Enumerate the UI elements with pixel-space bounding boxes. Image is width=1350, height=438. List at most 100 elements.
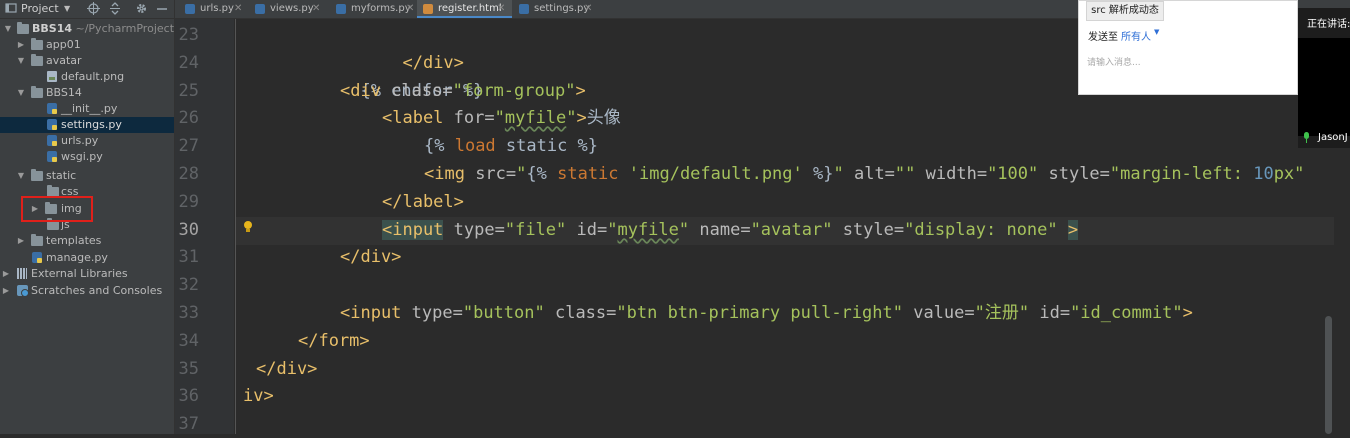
python-file-icon — [32, 252, 42, 263]
code-token: "" — [894, 164, 916, 184]
code-token: class= — [380, 81, 453, 101]
tree-item-external-libraries[interactable]: ▶ External Libraries — [0, 266, 174, 282]
line-number: 34 — [178, 331, 199, 351]
python-file-icon — [185, 4, 195, 14]
tree-item-label: Scratches and Consoles — [31, 284, 163, 297]
code-token: myfile — [617, 220, 679, 240]
chat-input[interactable]: 请输入消息... — [1087, 55, 1287, 68]
code-token: %} — [813, 164, 834, 184]
line-number: 33 — [178, 303, 199, 323]
code-token: myfile — [504, 108, 567, 128]
expand-arrow-icon[interactable]: ▼ — [16, 85, 26, 101]
python-file-icon — [255, 4, 265, 14]
speaking-label: 正在讲话: — [1307, 19, 1350, 30]
tree-item-bbs14-package[interactable]: ▼ BBS14 — [0, 85, 174, 101]
gear-icon[interactable] — [135, 2, 148, 16]
tab-views-py[interactable]: views.py ✕ — [249, 0, 329, 18]
scratches-icon — [17, 285, 29, 297]
chevron-down-icon[interactable]: ▼ — [64, 2, 70, 16]
folder-icon — [31, 234, 43, 246]
tree-item-label: External Libraries — [31, 267, 128, 280]
tab-myforms-py[interactable]: myforms.py ✕ — [330, 0, 421, 18]
collapse-arrow-icon[interactable]: ▶ — [16, 37, 26, 53]
code-token: <input — [340, 303, 402, 323]
expand-arrow-icon[interactable]: ▼ — [3, 21, 13, 37]
code-line-35: </div> — [256, 355, 317, 383]
code-token: "btn btn-primary pull-right" — [616, 303, 903, 323]
close-icon[interactable]: ✕ — [584, 0, 592, 18]
tree-item-path: ~/PycharmProjects/B — [75, 22, 175, 35]
project-view-icon[interactable] — [5, 2, 17, 16]
collapse-arrow-icon[interactable]: ▶ — [1, 283, 11, 299]
project-view-title[interactable]: Project — [21, 2, 59, 16]
line-number: 24 — [178, 53, 199, 73]
tree-item-wsgi-py[interactable]: wsgi.py — [0, 149, 174, 165]
code-token: for= — [443, 108, 495, 128]
code-token: </label> — [382, 192, 464, 212]
line-number: 35 — [178, 359, 199, 379]
code-token: " — [516, 164, 527, 184]
code-line-33: <input type="button" class="btn btn-prim… — [340, 299, 1193, 327]
project-panel: Project ▼ ▼ BBS14 ~/PycharmProjects/B ▶ … — [0, 0, 175, 434]
code-token: style= — [1038, 164, 1110, 184]
code-token: "button" — [462, 303, 545, 323]
code-token: alt= — [843, 164, 895, 184]
close-icon[interactable]: ✕ — [497, 0, 505, 18]
line-number: 28 — [178, 164, 199, 184]
code-token: > — [1067, 220, 1079, 240]
image-file-icon — [47, 71, 57, 82]
code-token: name= — [689, 220, 751, 240]
tree-item-init-py[interactable]: __init__.py — [0, 101, 174, 117]
tree-item-scratches[interactable]: ▶ Scratches and Consoles — [0, 283, 174, 299]
python-file-icon — [47, 119, 57, 130]
locate-icon[interactable] — [87, 2, 101, 16]
close-icon[interactable]: ✕ — [234, 0, 242, 18]
tree-item-label: settings.py — [61, 118, 122, 131]
line-number: 29 — [178, 192, 199, 212]
intention-bulb-icon[interactable] — [243, 221, 253, 233]
code-token: </form> — [298, 331, 370, 351]
tab-urls-py[interactable]: urls.py ✕ — [179, 0, 249, 18]
collapse-arrow-icon[interactable]: ▶ — [16, 233, 26, 249]
hide-panel-icon[interactable] — [157, 2, 167, 16]
code-token: style= — [832, 220, 905, 240]
recipient-dropdown[interactable]: 所有人 — [1121, 28, 1151, 43]
tree-item-settings-py[interactable]: settings.py — [0, 117, 174, 133]
tree-item-label: manage.py — [46, 251, 108, 264]
tree-item-static[interactable]: ▼ static — [0, 168, 174, 184]
collapse-all-icon[interactable] — [109, 2, 121, 16]
tree-item-templates[interactable]: ▶ templates — [0, 233, 174, 249]
tree-item-label: BBS14 — [32, 22, 72, 35]
code-token: > — [576, 108, 587, 128]
collapse-arrow-icon[interactable]: ▶ — [1, 266, 11, 282]
folder-icon — [17, 22, 29, 34]
code-line-29: </label> — [382, 188, 464, 216]
expand-arrow-icon[interactable]: ▼ — [16, 168, 26, 184]
tree-item-bbs14-root[interactable]: ▼ BBS14 ~/PycharmProjects/B — [0, 21, 174, 37]
tree-item-label: app01 — [46, 38, 81, 51]
editor-scrollbar[interactable] — [1325, 316, 1332, 434]
expand-arrow-icon[interactable]: ▼ — [16, 53, 26, 69]
tree-item-app01[interactable]: ▶ app01 — [0, 37, 174, 53]
chevron-down-icon[interactable]: ▼ — [1154, 28, 1159, 36]
python-file-icon — [47, 103, 57, 114]
tree-item-manage-py[interactable]: manage.py — [0, 250, 174, 266]
close-icon[interactable]: ✕ — [406, 0, 414, 18]
line-number-current: 30 — [178, 220, 199, 240]
tab-settings-py[interactable]: settings.py ✕ — [513, 0, 599, 18]
python-file-icon — [336, 4, 346, 14]
code-line-25: <div class="form-group"> — [340, 77, 586, 105]
close-icon[interactable]: ✕ — [312, 0, 320, 18]
chat-panel: src 解析成动态 发送至 所有人 ▼ 请输入消息... — [1078, 0, 1298, 95]
tab-register-html[interactable]: register.html ✕ — [417, 0, 512, 18]
chat-message-preview[interactable]: src 解析成动态 — [1086, 1, 1164, 21]
tab-label: settings.py — [534, 3, 590, 14]
code-token: 10 — [1253, 164, 1274, 184]
tree-item-urls-py[interactable]: urls.py — [0, 133, 174, 149]
code-token: load — [454, 136, 496, 156]
tree-item-default-png[interactable]: default.png — [0, 69, 174, 85]
tree-item-label: __init__.py — [61, 102, 118, 115]
tree-item-avatar[interactable]: ▼ avatar — [0, 53, 174, 69]
code-token: static — [557, 164, 619, 184]
line-number: 36 — [178, 386, 199, 406]
